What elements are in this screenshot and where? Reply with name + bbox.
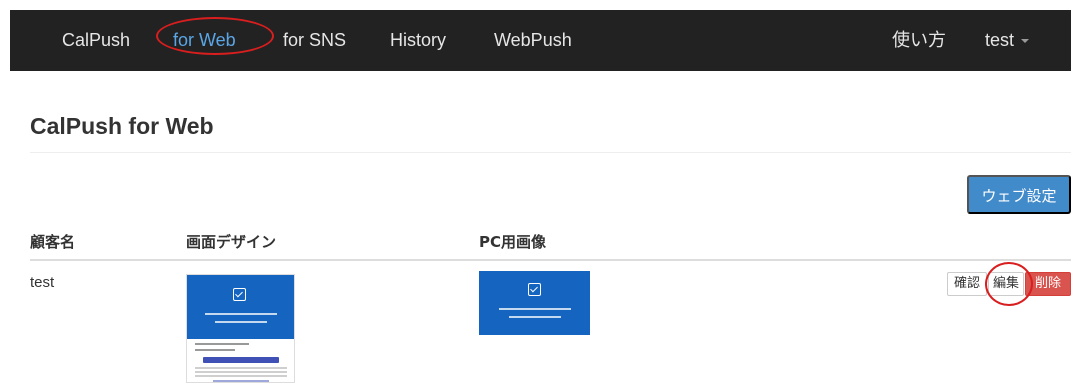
thumbnail-header-area (187, 275, 294, 339)
user-name: test (985, 30, 1015, 50)
table-cell-customer: test (30, 274, 55, 291)
confirm-button[interactable]: 確認 (947, 272, 987, 296)
table-header-divider (30, 259, 1071, 261)
thumbnail-text-line (499, 308, 571, 310)
thumbnail-text-line (195, 349, 235, 351)
page-title: CalPush for Web (30, 113, 214, 139)
thumbnail-text-line (213, 380, 269, 382)
web-settings-button[interactable]: ウェブ設定 (967, 175, 1071, 214)
thumbnail-text-line (195, 367, 287, 369)
thumbnail-text-line (509, 316, 561, 318)
nav-item-for-sns[interactable]: for SNS (283, 10, 346, 71)
screen-design-thumbnail[interactable] (186, 274, 295, 383)
highlight-circle-edit (985, 262, 1033, 306)
nav-item-usage[interactable]: 使い方 (892, 10, 946, 71)
column-header-pc-image: PC用画像 (479, 233, 547, 251)
thumbnail-text-line (215, 321, 267, 323)
nav-item-webpush[interactable]: WebPush (494, 10, 572, 71)
caret-down-icon (1021, 39, 1030, 44)
title-divider (30, 152, 1071, 153)
pc-image-thumbnail[interactable] (479, 271, 590, 335)
calendar-check-icon (233, 288, 246, 301)
thumbnail-text-line (195, 375, 287, 377)
column-header-screen-design: 画面デザイン (186, 233, 277, 251)
nav-brand-calpush[interactable]: CalPush (62, 10, 130, 71)
thumbnail-text-line (195, 343, 249, 345)
thumbnail-text-line (205, 313, 277, 315)
user-menu-dropdown[interactable]: test (985, 10, 1030, 71)
calendar-check-icon (528, 283, 541, 296)
column-header-customer: 顧客名 (30, 233, 76, 251)
highlight-circle-for-web (156, 17, 274, 55)
thumbnail-text-line (195, 371, 287, 373)
thumbnail-button (203, 357, 279, 363)
nav-item-history[interactable]: History (390, 10, 446, 71)
